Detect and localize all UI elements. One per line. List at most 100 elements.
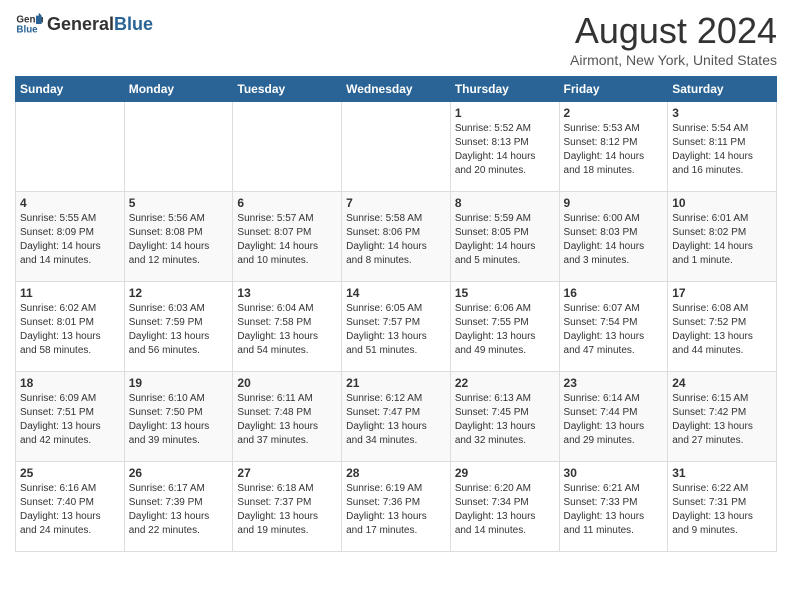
cell-content: Sunrise: 6:00 AMSunset: 8:03 PMDaylight:… (564, 212, 664, 268)
calendar-week-row: 11Sunrise: 6:02 AMSunset: 8:01 PMDayligh… (16, 282, 777, 372)
calendar-cell: 17 Sunrise: 6:08 AMSunset: 7:52 PMDayligh… (668, 282, 777, 372)
calendar-cell (124, 102, 233, 192)
cell-content: Sunrise: 6:07 AMSunset: 7:54 PMDaylight:… (564, 302, 664, 358)
day-number: 21 (346, 376, 446, 390)
cell-content: Sunrise: 6:09 AMSunset: 7:51 PMDaylight:… (20, 392, 120, 448)
day-of-week-header: Monday (124, 77, 233, 102)
day-number: 14 (346, 286, 446, 300)
day-number: 24 (672, 376, 772, 390)
calendar-cell: 18 Sunrise: 6:09 AMSunset: 7:51 PMDayligh… (16, 372, 125, 462)
cell-content: Sunrise: 6:18 AMSunset: 7:37 PMDaylight:… (237, 482, 337, 538)
day-number: 27 (237, 466, 337, 480)
calendar-cell: 15 Sunrise: 6:06 AMSunset: 7:55 PMDayligh… (450, 282, 559, 372)
day-of-week-header: Sunday (16, 77, 125, 102)
calendar-cell: 14 Sunrise: 6:05 AMSunset: 7:57 PMDayligh… (342, 282, 451, 372)
cell-content: Sunrise: 6:17 AMSunset: 7:39 PMDaylight:… (129, 482, 229, 538)
month-year-title: August 2024 (570, 10, 777, 52)
cell-content: Sunrise: 6:06 AMSunset: 7:55 PMDaylight:… (455, 302, 555, 358)
day-number: 30 (564, 466, 664, 480)
calendar-cell: 12 Sunrise: 6:03 AMSunset: 7:59 PMDayligh… (124, 282, 233, 372)
calendar-cell: 11Sunrise: 6:02 AMSunset: 8:01 PMDayligh… (16, 282, 125, 372)
calendar-cell: 2 Sunrise: 5:53 AMSunset: 8:12 PMDaylight… (559, 102, 668, 192)
cell-content: Sunrise: 6:21 AMSunset: 7:33 PMDaylight:… (564, 482, 664, 538)
cell-content: Sunrise: 5:52 AMSunset: 8:13 PMDaylight:… (455, 122, 555, 178)
day-number: 7 (346, 196, 446, 210)
calendar-cell: 23 Sunrise: 6:14 AMSunset: 7:44 PMDayligh… (559, 372, 668, 462)
day-number: 10 (672, 196, 772, 210)
day-number: 3 (672, 106, 772, 120)
calendar-cell: 1 Sunrise: 5:52 AMSunset: 8:13 PMDaylight… (450, 102, 559, 192)
day-number: 16 (564, 286, 664, 300)
calendar-cell: 7 Sunrise: 5:58 AMSunset: 8:06 PMDaylight… (342, 192, 451, 282)
day-number: 9 (564, 196, 664, 210)
cell-content: Sunrise: 5:58 AMSunset: 8:06 PMDaylight:… (346, 212, 446, 268)
day-of-week-header: Tuesday (233, 77, 342, 102)
calendar-cell: 20Sunrise: 6:11 AMSunset: 7:48 PMDayligh… (233, 372, 342, 462)
cell-content: Sunrise: 6:01 AMSunset: 8:02 PMDaylight:… (672, 212, 772, 268)
cell-content: Sunrise: 6:20 AMSunset: 7:34 PMDaylight:… (455, 482, 555, 538)
day-number: 28 (346, 466, 446, 480)
location-subtitle: Airmont, New York, United States (570, 52, 777, 68)
day-number: 22 (455, 376, 555, 390)
calendar-cell: 25 Sunrise: 6:16 AMSunset: 7:40 PMDayligh… (16, 462, 125, 552)
day-number: 23 (564, 376, 664, 390)
calendar-cell: 3 Sunrise: 5:54 AMSunset: 8:11 PMDaylight… (668, 102, 777, 192)
day-number: 4 (20, 196, 120, 210)
cell-content: Sunrise: 6:05 AMSunset: 7:57 PMDaylight:… (346, 302, 446, 358)
day-number: 1 (455, 106, 555, 120)
calendar-cell: 31 Sunrise: 6:22 AMSunset: 7:31 PMDayligh… (668, 462, 777, 552)
day-number: 29 (455, 466, 555, 480)
cell-content: Sunrise: 5:56 AMSunset: 8:08 PMDaylight:… (129, 212, 229, 268)
day-number: 31 (672, 466, 772, 480)
calendar-cell: 28Sunrise: 6:19 AMSunset: 7:36 PMDayligh… (342, 462, 451, 552)
calendar-cell: 30 Sunrise: 6:21 AMSunset: 7:33 PMDayligh… (559, 462, 668, 552)
title-section: August 2024 Airmont, New York, United St… (570, 10, 777, 68)
day-number: 13 (237, 286, 337, 300)
calendar-cell: 19 Sunrise: 6:10 AMSunset: 7:50 PMDayligh… (124, 372, 233, 462)
day-number: 15 (455, 286, 555, 300)
cell-content: Sunrise: 5:54 AMSunset: 8:11 PMDaylight:… (672, 122, 772, 178)
cell-content: Sunrise: 6:08 AMSunset: 7:52 PMDaylight:… (672, 302, 772, 358)
day-of-week-header: Thursday (450, 77, 559, 102)
cell-content: Sunrise: 6:10 AMSunset: 7:50 PMDaylight:… (129, 392, 229, 448)
calendar-cell (342, 102, 451, 192)
cell-content: Sunrise: 5:53 AMSunset: 8:12 PMDaylight:… (564, 122, 664, 178)
cell-content: Sunrise: 6:16 AMSunset: 7:40 PMDaylight:… (20, 482, 120, 538)
cell-content: Sunrise: 6:22 AMSunset: 7:31 PMDaylight:… (672, 482, 772, 538)
day-number: 19 (129, 376, 229, 390)
day-number: 17 (672, 286, 772, 300)
calendar-cell: 8Sunrise: 5:59 AMSunset: 8:05 PMDaylight… (450, 192, 559, 282)
day-number: 25 (20, 466, 120, 480)
calendar-cell: 22Sunrise: 6:13 AMSunset: 7:45 PMDayligh… (450, 372, 559, 462)
cell-content: Sunrise: 6:11 AMSunset: 7:48 PMDaylight:… (237, 392, 337, 448)
day-number: 18 (20, 376, 120, 390)
logo-text: GeneralBlue (47, 14, 153, 35)
cell-content: Sunrise: 5:59 AMSunset: 8:05 PMDaylight:… (455, 212, 555, 268)
logo: General Blue GeneralBlue (15, 10, 153, 38)
calendar-body: 1 Sunrise: 5:52 AMSunset: 8:13 PMDaylight… (16, 102, 777, 552)
calendar-week-row: 1 Sunrise: 5:52 AMSunset: 8:13 PMDaylight… (16, 102, 777, 192)
cell-content: Sunrise: 6:03 AMSunset: 7:59 PMDaylight:… (129, 302, 229, 358)
calendar-cell: 4 Sunrise: 5:55 AMSunset: 8:09 PMDaylight… (16, 192, 125, 282)
calendar-cell (233, 102, 342, 192)
calendar-header-row: SundayMondayTuesdayWednesdayThursdayFrid… (16, 77, 777, 102)
calendar-cell: 5Sunrise: 5:56 AMSunset: 8:08 PMDaylight… (124, 192, 233, 282)
day-of-week-header: Friday (559, 77, 668, 102)
cell-content: Sunrise: 6:04 AMSunset: 7:58 PMDaylight:… (237, 302, 337, 358)
day-number: 12 (129, 286, 229, 300)
day-of-week-header: Saturday (668, 77, 777, 102)
logo-icon: General Blue (15, 10, 43, 38)
day-number: 11 (20, 286, 120, 300)
cell-content: Sunrise: 5:55 AMSunset: 8:09 PMDaylight:… (20, 212, 120, 268)
calendar-week-row: 18 Sunrise: 6:09 AMSunset: 7:51 PMDayligh… (16, 372, 777, 462)
calendar-cell: 24 Sunrise: 6:15 AMSunset: 7:42 PMDayligh… (668, 372, 777, 462)
cell-content: Sunrise: 5:57 AMSunset: 8:07 PMDaylight:… (237, 212, 337, 268)
calendar-cell: 13 Sunrise: 6:04 AMSunset: 7:58 PMDayligh… (233, 282, 342, 372)
cell-content: Sunrise: 6:12 AMSunset: 7:47 PMDaylight:… (346, 392, 446, 448)
cell-content: Sunrise: 6:14 AMSunset: 7:44 PMDaylight:… (564, 392, 664, 448)
cell-content: Sunrise: 6:15 AMSunset: 7:42 PMDaylight:… (672, 392, 772, 448)
calendar-week-row: 4 Sunrise: 5:55 AMSunset: 8:09 PMDaylight… (16, 192, 777, 282)
day-number: 2 (564, 106, 664, 120)
page-header: General Blue GeneralBlue August 2024 Air… (15, 10, 777, 68)
day-number: 6 (237, 196, 337, 210)
